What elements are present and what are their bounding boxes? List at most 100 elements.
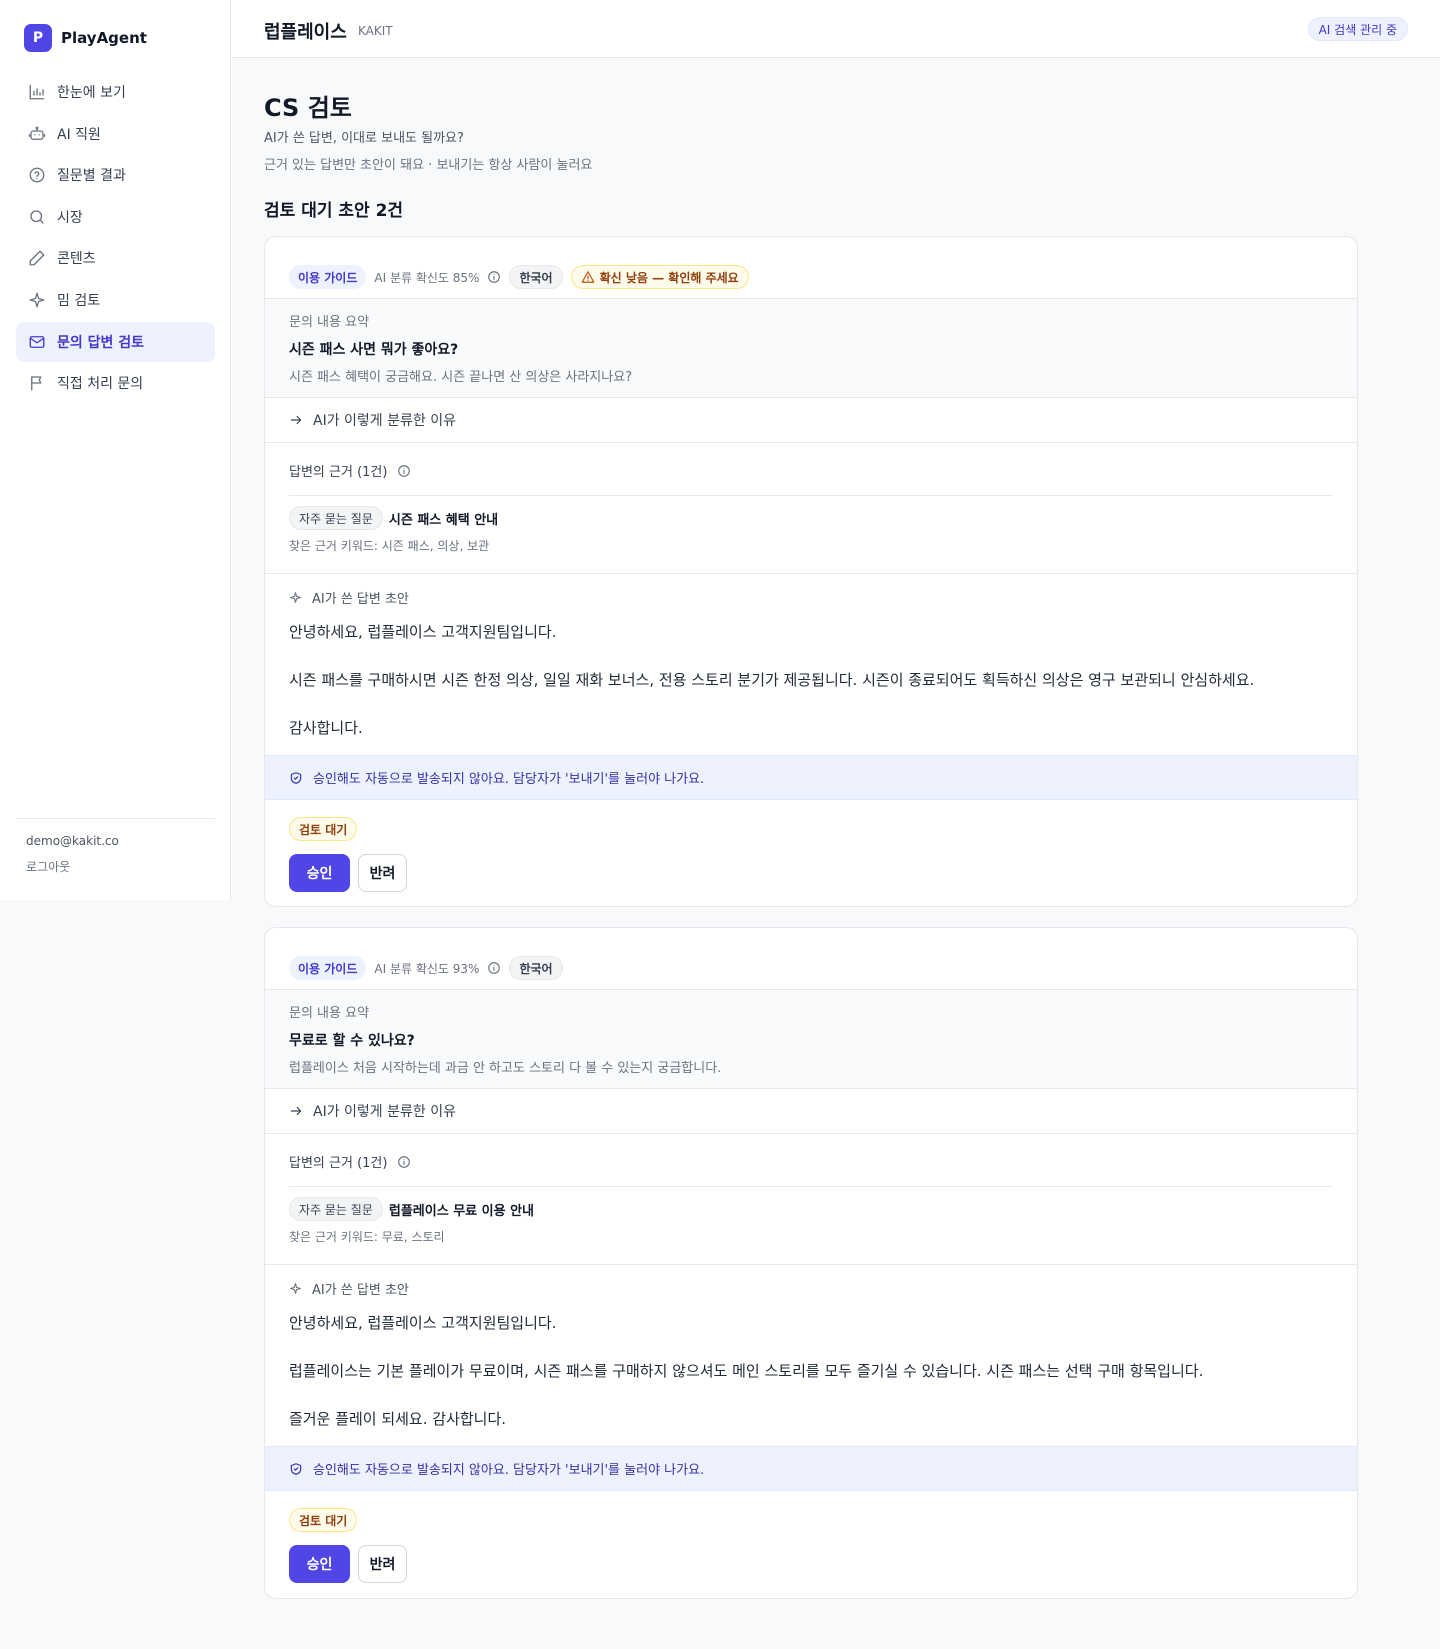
- status-badge: 검토 대기: [289, 817, 358, 841]
- brand-name: PlayAgent: [61, 29, 147, 47]
- pencil-icon: [29, 250, 45, 266]
- sidebar-item-direct-handling[interactable]: 직접 처리 문의: [16, 363, 215, 403]
- inquiry-question: 무료로 할 수 있나요?: [289, 1033, 415, 1049]
- draft-section: AI가 쓴 답변 초안 안녕하세요, 럽플레이스 고객지원팀입니다. 럽플레이스…: [265, 1265, 1357, 1446]
- arrow-right-icon: [290, 1106, 302, 1116]
- draft-card: 이용 가이드 AI 분류 확신도 93% 한국어 문의 내용 요약 무료로 할 …: [264, 927, 1358, 1599]
- sidebar-item-label: 한눈에 보기: [57, 85, 126, 101]
- draft-body: 안녕하세요, 럽플레이스 고객지원팀입니다. 시즌 패스를 구매하시면 시즌 한…: [289, 620, 1333, 740]
- why-label: AI가 이렇게 분류한 이유: [313, 1104, 456, 1120]
- sidebar-item-market[interactable]: 시장: [16, 197, 215, 237]
- low-confidence-warning: 확신 낮음 — 확인해 주세요: [570, 265, 749, 289]
- evidence-item[interactable]: 자주 묻는 질문 시즌 패스 혜택 안내: [289, 506, 1333, 530]
- evidence-keywords: 찾은 근거 키워드: 시즌 패스, 의상, 보관: [289, 539, 490, 553]
- draft-paragraph: 럽플레이스는 기본 플레이가 무료이며, 시즌 패스를 구매하지 않으셔도 메인…: [289, 1362, 1204, 1380]
- sidebar-item-inquiry-review[interactable]: 문의 답변 검토: [16, 321, 215, 362]
- sidebar: P PlayAgent 한눈에 보기 AI 직원 질문별 결과 시장 콘텐츠 밈…: [0, 0, 231, 900]
- sidebar-item-content[interactable]: 콘텐츠: [16, 238, 215, 278]
- language-badge: 한국어: [509, 956, 563, 980]
- draft-section: AI가 쓴 답변 초안 안녕하세요, 럽플레이스 고객지원팀입니다. 시즌 패스…: [265, 574, 1357, 755]
- sparkle-icon: [290, 1283, 301, 1294]
- card-actions: 검토 대기 승인 반려: [265, 1491, 1357, 1583]
- reject-button[interactable]: 반려: [358, 1545, 407, 1583]
- inquiry-summary: 문의 내용 요약 시즌 패스 사면 뭐가 좋아요? 시즌 패스 혜택이 궁금해요…: [265, 298, 1357, 398]
- top-bar: 럽플레이스 KAKIT AI 검색 관리 중: [232, 0, 1440, 58]
- sidebar-item-label: 시장: [57, 209, 83, 226]
- sparkle-icon: [290, 592, 301, 603]
- draft-paragraph: 안녕하세요, 럽플레이스 고객지원팀입니다.: [289, 623, 557, 641]
- sidebar-item-results[interactable]: 질문별 결과: [16, 155, 215, 195]
- sparkle-icon: [29, 292, 45, 308]
- reject-button[interactable]: 반려: [358, 854, 407, 892]
- help-circle-icon: [29, 167, 45, 183]
- info-icon[interactable]: [397, 464, 411, 478]
- evidence-type-badge: 자주 묻는 질문: [289, 506, 383, 530]
- sidebar-item-label: 콘텐츠: [57, 251, 96, 268]
- workspace-subtitle: KAKIT: [358, 24, 393, 38]
- sidebar-item-label: 직접 처리 문의: [57, 376, 144, 393]
- evidence-title: 시즌 패스 혜택 안내: [388, 512, 499, 528]
- confidence-label: AI 분류 확신도 93%: [374, 960, 501, 977]
- logout-link[interactable]: 로그아웃: [26, 858, 70, 875]
- approve-button[interactable]: 승인: [289, 1545, 350, 1583]
- inquiry-detail: 럽플레이스 처음 시작하는데 과금 안 하고도 스토리 다 볼 수 있는지 궁금…: [289, 1061, 722, 1076]
- workspace-title: 럽플레이스: [264, 22, 347, 43]
- ai-status-badge: AI 검색 관리 중: [1307, 17, 1408, 41]
- sidebar-item-meme-review[interactable]: 밈 검토: [16, 280, 215, 320]
- draft-body: 안녕하세요, 럽플레이스 고객지원팀입니다. 럽플레이스는 기본 플레이가 무료…: [289, 1311, 1333, 1431]
- status-badge: 검토 대기: [289, 1508, 358, 1532]
- brand-logo: P: [24, 24, 52, 52]
- sidebar-nav: 한눈에 보기 AI 직원 질문별 결과 시장 콘텐츠 밈 검토 문의 답변 검토: [16, 72, 215, 405]
- divider: [289, 495, 1333, 496]
- sidebar-item-label: 질문별 결과: [57, 168, 126, 185]
- evidence-item[interactable]: 자주 묻는 질문 럽플레이스 무료 이용 안내: [289, 1197, 1333, 1221]
- evidence-label-text: 답변의 근거 (1건): [289, 465, 388, 480]
- evidence-label: 답변의 근거 (1건): [289, 461, 1333, 480]
- inquiry-question: 시즌 패스 사면 뭐가 좋아요?: [289, 342, 459, 358]
- confidence-text: AI 분류 확신도 93%: [374, 961, 480, 976]
- approve-button[interactable]: 승인: [289, 854, 350, 892]
- category-badge: 이용 가이드: [289, 956, 367, 980]
- sidebar-item-ai-staff[interactable]: AI 직원: [16, 114, 215, 154]
- draft-paragraph: 시즌 패스를 구매하시면 시즌 한정 의상, 일일 재화 보너스, 전용 스토리…: [289, 671, 1255, 689]
- classification-reason-toggle[interactable]: AI가 이렇게 분류한 이유: [265, 398, 1357, 443]
- evidence-title: 럽플레이스 무료 이용 안내: [388, 1203, 535, 1219]
- category-badge: 이용 가이드: [289, 265, 367, 289]
- divider: [289, 1186, 1333, 1187]
- mail-icon: [29, 335, 45, 348]
- brand[interactable]: P PlayAgent: [24, 24, 147, 52]
- warning-text: 확신 낮음 — 확인해 주세요: [599, 270, 739, 285]
- bar-chart-icon: [29, 84, 45, 100]
- draft-label-text: AI가 쓴 답변 초안: [312, 1283, 409, 1298]
- evidence-keywords: 찾은 근거 키워드: 무료, 스토리: [289, 1230, 445, 1244]
- card-tags: 이용 가이드 AI 분류 확신도 85% 한국어 확신 낮음 — 확인해 주세요: [265, 237, 1357, 298]
- page-subtitle: AI가 쓴 답변, 이대로 보내도 될까요?: [264, 131, 464, 146]
- summary-label: 문의 내용 요약: [289, 1006, 370, 1021]
- card-actions: 검토 대기 승인 반려: [265, 800, 1357, 892]
- user-email: demo@kakit.co: [26, 834, 119, 848]
- info-icon[interactable]: [397, 1155, 411, 1169]
- page-title: CS 검토: [264, 94, 352, 122]
- sidebar-divider: [16, 818, 215, 819]
- info-icon[interactable]: [487, 270, 501, 284]
- search-icon: [30, 210, 44, 224]
- shield-check-icon: [290, 771, 302, 784]
- info-icon[interactable]: [487, 961, 501, 975]
- confidence-label: AI 분류 확신도 85%: [374, 269, 501, 286]
- sidebar-item-overview[interactable]: 한눈에 보기: [16, 72, 215, 112]
- flag-icon: [31, 376, 42, 391]
- sidebar-item-label: 밈 검토: [57, 292, 101, 309]
- inquiry-detail: 시즌 패스 혜택이 궁금해요. 시즌 끝나면 산 의상은 사라지나요?: [289, 370, 633, 385]
- arrow-right-icon: [290, 415, 302, 425]
- sidebar-item-label: AI 직원: [57, 126, 101, 143]
- page-note: 근거 있는 답변만 초안이 돼요 · 보내기는 항상 사람이 눌러요: [264, 158, 593, 173]
- send-notice: 승인해도 자동으로 발송되지 않아요. 담당자가 '보내기'를 눌러야 나가요.: [265, 1446, 1357, 1491]
- evidence-label-text: 답변의 근거 (1건): [289, 1156, 388, 1171]
- draft-paragraph: 안녕하세요, 럽플레이스 고객지원팀입니다.: [289, 1314, 557, 1332]
- language-badge: 한국어: [509, 265, 563, 289]
- draft-label: AI가 쓴 답변 초안: [289, 1279, 1333, 1298]
- sidebar-item-label: 문의 답변 검토: [57, 334, 145, 351]
- send-notice: 승인해도 자동으로 발송되지 않아요. 담당자가 '보내기'를 눌러야 나가요.: [265, 755, 1357, 800]
- classification-reason-toggle[interactable]: AI가 이렇게 분류한 이유: [265, 1089, 1357, 1134]
- robot-icon: [28, 126, 46, 140]
